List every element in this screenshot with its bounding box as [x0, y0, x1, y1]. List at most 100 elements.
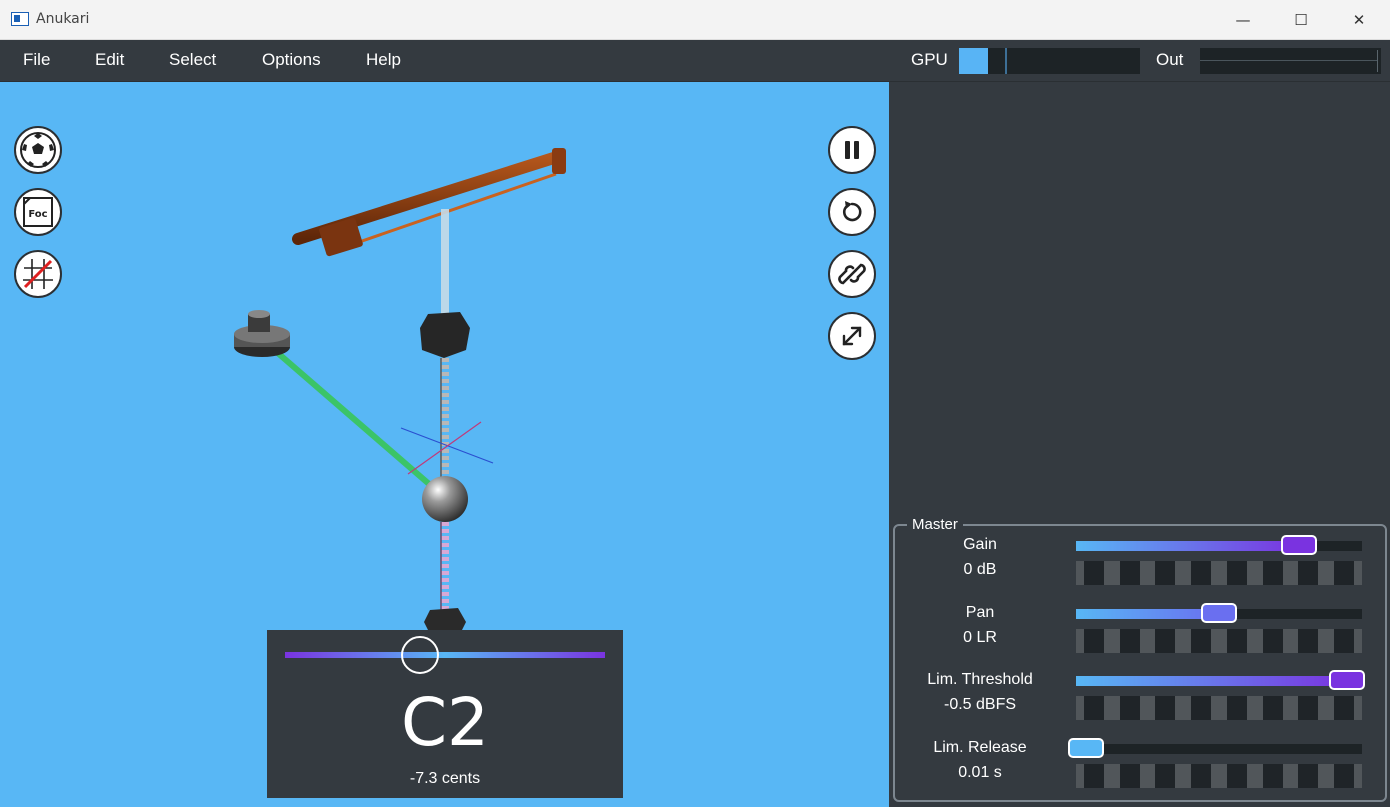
bottom-anchor[interactable]: [424, 608, 466, 630]
menu-edit[interactable]: Edit: [95, 40, 124, 80]
cents-offset: -7.3 cents: [409, 770, 481, 787]
pause-button[interactable]: [828, 126, 876, 174]
expand-icon: [842, 326, 862, 346]
slider-thumb[interactable]: [1328, 670, 1365, 690]
gpu-meter-fill: [959, 48, 988, 74]
soccer-ball-icon: [20, 132, 56, 168]
output-meter: [1200, 48, 1381, 74]
meter-cell: [1155, 696, 1176, 720]
slider-fill: [1076, 609, 1219, 619]
window-title: Anukari: [36, 11, 90, 27]
focus-button[interactable]: Foc: [14, 188, 62, 236]
meter-cell: [1262, 696, 1283, 720]
level-meter: [1076, 696, 1362, 720]
tuner-bar: [285, 652, 605, 658]
menu-options[interactable]: Options: [262, 40, 321, 80]
grid-off-icon: [21, 257, 55, 291]
gpu-meter: [959, 48, 1140, 74]
master-group: Master Gain 0 dB Pan 0 LR Lim. Threshold…: [893, 516, 1389, 802]
minimize-icon: —: [1235, 11, 1251, 29]
meter-cell: [1333, 561, 1354, 585]
meter-cell: [1333, 696, 1354, 720]
param-label: Gain: [963, 536, 997, 553]
meter-cell: [1084, 561, 1104, 585]
meter-cell: [1191, 561, 1212, 585]
focus-icon-text: Foc: [28, 209, 47, 220]
param-gain: Gain 0 dB: [895, 535, 1389, 592]
param-label: Lim. Release: [933, 739, 1027, 756]
maximize-button[interactable]: ☐: [1272, 0, 1330, 40]
left-anchor[interactable]: [234, 310, 290, 357]
menu-bar: File Edit Select Options Help GPU Out: [0, 40, 1390, 82]
limiter-release-slider[interactable]: [1068, 738, 1362, 758]
physics-button[interactable]: [14, 126, 62, 174]
gpu-meter-peak: [1005, 48, 1007, 74]
link-icon: [838, 263, 866, 285]
note-name: C2: [400, 684, 490, 761]
maximize-icon: ☐: [1294, 11, 1308, 29]
reset-button[interactable]: [828, 188, 876, 236]
title-bar: Anukari — ☐ ✕: [0, 0, 1390, 40]
bow-exciter[interactable]: [292, 148, 566, 257]
slider-fill: [1076, 541, 1299, 551]
meter-cell: [1119, 561, 1140, 585]
slider-fill: [1076, 676, 1347, 686]
meter-cell: [1119, 696, 1140, 720]
param-limiter-threshold: Lim. Threshold -0.5 dBFS: [895, 670, 1389, 727]
meter-cell: [1298, 629, 1319, 653]
param-value: 0 LR: [963, 629, 997, 646]
menu-file[interactable]: File: [23, 40, 50, 80]
meter-cell: [1226, 764, 1247, 788]
meter-cell: [1191, 696, 1212, 720]
link-button[interactable]: [828, 250, 876, 298]
gain-slider[interactable]: [1076, 535, 1362, 555]
meter-cell: [1084, 629, 1104, 653]
tuner-indicator: [401, 636, 439, 674]
menu-help[interactable]: Help: [366, 40, 401, 80]
spring-upper: [440, 358, 449, 480]
right-panel: Master Gain 0 dB Pan 0 LR Lim. Threshold…: [889, 82, 1390, 807]
output-meter-peak: [1377, 50, 1378, 72]
out-label: Out: [1156, 50, 1184, 69]
anchor-rod: [441, 209, 449, 319]
simulation-viewport[interactable]: Foc C2 -7.3 cents: [0, 82, 889, 807]
spring-green: [270, 345, 438, 493]
reset-icon: [842, 201, 862, 222]
param-label: Pan: [965, 604, 995, 621]
meter-cell: [1298, 764, 1319, 788]
slider-thumb[interactable]: [1201, 603, 1237, 623]
meter-cell: [1226, 629, 1247, 653]
meter-cell: [1191, 764, 1212, 788]
meter-cell: [1226, 696, 1247, 720]
close-icon: ✕: [1352, 11, 1366, 29]
mass-ball[interactable]: [422, 476, 468, 522]
meter-cell: [1333, 629, 1354, 653]
meter-cell: [1226, 561, 1247, 585]
param-pan: Pan 0 LR: [895, 603, 1389, 660]
output-meter-line: [1200, 60, 1378, 61]
top-anchor[interactable]: [420, 312, 470, 358]
limiter-threshold-slider[interactable]: [1076, 670, 1365, 690]
meter-cell: [1155, 764, 1176, 788]
tuner-panel: C2 -7.3 cents: [267, 630, 623, 798]
param-value: 0.01 s: [958, 764, 1002, 781]
focus-icon: Foc: [23, 197, 53, 227]
meter-cell: [1262, 764, 1283, 788]
meter-cell: [1191, 629, 1212, 653]
expand-button[interactable]: [828, 312, 876, 360]
level-meter: [1076, 629, 1362, 653]
meter-cell: [1262, 561, 1283, 585]
meter-cell: [1262, 629, 1283, 653]
meter-cell: [1084, 764, 1104, 788]
minimize-button[interactable]: —: [1214, 0, 1272, 40]
param-limiter-release: Lim. Release 0.01 s: [895, 738, 1389, 795]
spring-lower: [440, 522, 449, 612]
slider-thumb[interactable]: [1280, 535, 1317, 555]
pan-slider[interactable]: [1076, 603, 1362, 623]
meter-cell: [1298, 561, 1319, 585]
close-button[interactable]: ✕: [1330, 0, 1388, 40]
slider-thumb[interactable]: [1068, 738, 1104, 758]
grid-toggle-button[interactable]: [14, 250, 62, 298]
meter-cell: [1155, 629, 1176, 653]
menu-select[interactable]: Select: [169, 40, 216, 80]
